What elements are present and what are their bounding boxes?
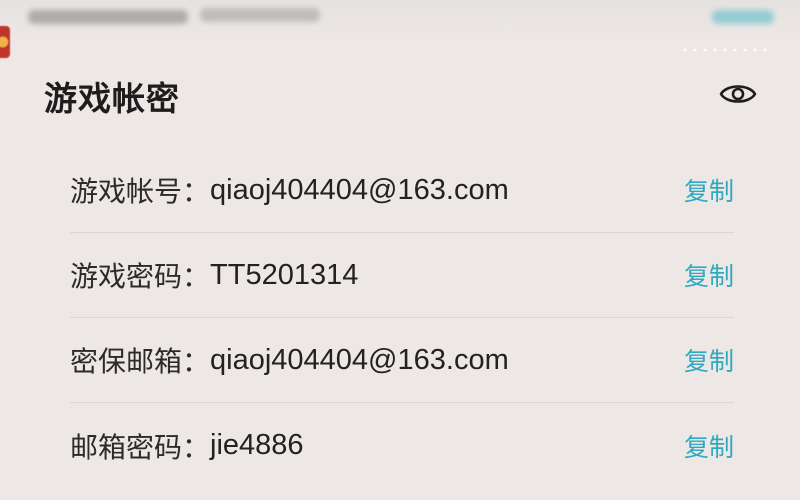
copy-button[interactable]: 复制 <box>684 428 734 464</box>
row-label: 邮箱密码： <box>70 430 211 464</box>
eye-icon[interactable] <box>718 74 758 114</box>
copy-button[interactable]: 复制 <box>684 257 734 293</box>
blurred-text <box>200 8 320 22</box>
credential-row-email-password: 邮箱密码： jie4886 复制 <box>70 403 734 488</box>
copy-button[interactable]: 复制 <box>684 172 734 208</box>
app-icon <box>0 26 10 58</box>
screen: 游戏帐密 游戏帐号： qiaoj404404@163.com 复制 游戏密码： … <box>0 0 800 500</box>
row-label: 游戏帐号： <box>70 175 211 208</box>
row-value: qiaoj404404@163.com <box>210 343 509 376</box>
credential-list: 游戏帐号： qiaoj404404@163.com 复制 游戏密码： TT520… <box>70 148 734 488</box>
credential-row-account: 游戏帐号： qiaoj404404@163.com 复制 <box>70 148 734 233</box>
row-value: jie4886 <box>210 429 304 461</box>
row-value: qiaoj404404@163.com <box>210 173 509 206</box>
card-title: 游戏帐密 <box>44 79 180 118</box>
row-label: 密保邮箱： <box>70 345 211 378</box>
credential-row-security-email: 密保邮箱： qiaoj404404@163.com 复制 <box>70 318 734 403</box>
copy-button[interactable]: 复制 <box>684 342 734 378</box>
blurred-link <box>712 10 774 24</box>
dot-decoration <box>680 46 770 54</box>
blurred-text <box>28 10 188 24</box>
row-value: TT5201314 <box>210 258 359 291</box>
credential-row-password: 游戏密码： TT5201314 复制 <box>70 233 734 318</box>
blurred-header-strip <box>0 0 800 40</box>
row-label: 游戏密码： <box>70 260 211 293</box>
eye-icon-glyph <box>719 85 757 103</box>
